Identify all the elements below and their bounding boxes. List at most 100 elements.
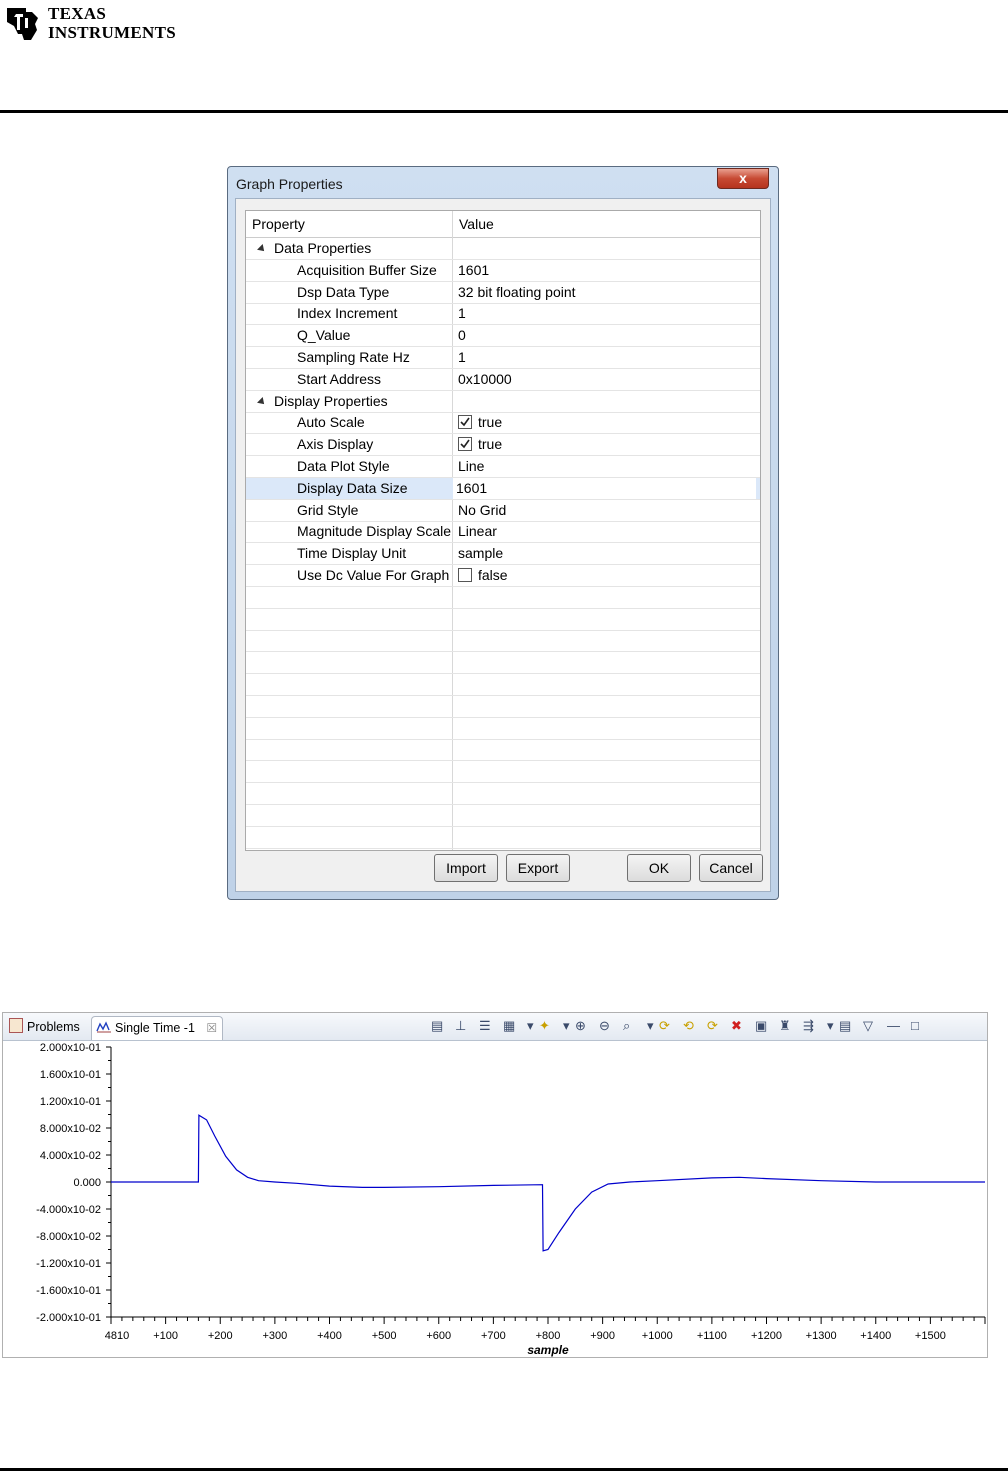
property-row[interactable]: Use Dc Value For Graph false xyxy=(246,565,760,587)
find-icon[interactable]: ♜ xyxy=(779,1019,791,1033)
align-icon[interactable]: ▤ xyxy=(431,1019,443,1033)
footer-rule xyxy=(0,1468,1008,1471)
empty-row xyxy=(246,739,760,762)
property-row[interactable]: Dsp Data Type 32 bit floating point xyxy=(246,282,760,304)
property-value: 1601 xyxy=(458,260,489,281)
y-tick-label: -8.000x10-02 xyxy=(36,1231,101,1243)
group-label: Display Properties xyxy=(274,392,388,409)
checkbox[interactable] xyxy=(458,437,472,452)
tab-single-time[interactable]: Single Time -1 ☒ xyxy=(91,1016,223,1040)
group-row-display-properties[interactable]: Display Properties xyxy=(246,391,760,413)
property-row[interactable]: Q_Value 0 xyxy=(246,325,760,348)
group-label: Data Properties xyxy=(274,240,372,256)
property-row[interactable]: Data Plot Style Line xyxy=(246,456,760,478)
y-tick-label: -2.000x10-01 xyxy=(36,1312,101,1324)
problems-icon xyxy=(9,1018,23,1033)
checkbox[interactable] xyxy=(458,415,472,430)
x-tick-label: +1100 xyxy=(697,1330,727,1342)
close-icon: x xyxy=(739,170,747,186)
export-icon[interactable]: ▣ xyxy=(755,1019,767,1033)
x-tick-label: +800 xyxy=(536,1330,561,1342)
dropdown-icon[interactable]: ▾ xyxy=(563,1019,570,1033)
maximize-icon[interactable]: □ xyxy=(911,1019,919,1033)
clear-icon[interactable]: ✖ xyxy=(731,1019,742,1033)
zoom-out-icon[interactable]: ⊖ xyxy=(599,1019,610,1033)
graph-plot[interactable]: 2.000x10-01 1.600x10-01 1.200x10-01 8.000x1… xyxy=(3,1041,987,1357)
logo-line-1: TEXAS xyxy=(48,4,107,23)
y-tick-label: 1.600x10-01 xyxy=(40,1069,101,1081)
x-tick-label: +1200 xyxy=(751,1330,782,1342)
export-button[interactable]: Export xyxy=(506,854,570,882)
x-tick-label: +500 xyxy=(372,1330,397,1342)
dropdown-icon[interactable]: ▾ xyxy=(527,1019,534,1033)
property-value: 0 xyxy=(458,325,466,346)
graph-properties-dialog: Graph Properties x Property Value Data P… xyxy=(227,166,779,900)
property-value[interactable]: true xyxy=(458,434,502,455)
cancel-button[interactable]: Cancel xyxy=(699,854,763,882)
property-value: No Grid xyxy=(458,500,506,521)
property-row[interactable]: Time Display Unit sample xyxy=(246,543,760,566)
property-row[interactable]: Display Data Size 1601 xyxy=(246,477,760,500)
tab-problems[interactable]: Problems xyxy=(9,1016,80,1040)
sync-icon[interactable]: ⟳ xyxy=(707,1019,718,1033)
collapse-triangle-icon[interactable] xyxy=(257,244,267,254)
refresh-icon[interactable]: ⟳ xyxy=(659,1019,670,1033)
x-tick-label: +1400 xyxy=(860,1330,891,1342)
property-value[interactable]: true xyxy=(458,412,502,433)
import-button[interactable]: Import xyxy=(434,854,498,882)
legend-icon[interactable]: ☰ xyxy=(479,1019,491,1033)
data-icon[interactable]: ▦ xyxy=(503,1019,515,1033)
empty-row xyxy=(246,718,760,740)
empty-row xyxy=(246,630,760,653)
zoom-fit-icon[interactable]: ⌕ xyxy=(623,1019,630,1033)
property-value: Linear xyxy=(458,521,497,542)
collapse-triangle-icon[interactable] xyxy=(257,396,267,407)
empty-row xyxy=(246,827,760,849)
checkbox[interactable] xyxy=(458,568,472,582)
column-header-property[interactable]: Property xyxy=(246,211,305,237)
properties-icon[interactable]: ▤ xyxy=(839,1019,851,1033)
property-row[interactable]: Index Increment 1 xyxy=(246,303,760,326)
property-value-text: 32 bit floating point xyxy=(458,283,576,300)
property-name: Use Dc Value For Graph xyxy=(297,567,450,583)
property-value[interactable]: false xyxy=(458,565,508,586)
ok-button[interactable]: OK xyxy=(627,854,691,882)
empty-row xyxy=(246,761,760,784)
dropdown-icon[interactable]: ▾ xyxy=(827,1019,834,1033)
property-row[interactable]: Magnitude Display Scale Linear xyxy=(246,521,760,544)
property-value-text: true xyxy=(478,414,503,431)
column-header-value[interactable]: Value xyxy=(453,211,494,237)
dropdown-icon[interactable]: ▾ xyxy=(647,1019,654,1033)
x-tick-label: +300 xyxy=(262,1330,287,1342)
group-row-data-properties[interactable]: Data Properties xyxy=(246,238,760,260)
minimize-icon[interactable]: — xyxy=(887,1019,900,1033)
property-row[interactable]: Sampling Rate Hz 1 xyxy=(246,347,760,369)
x-tick-label: +1000 xyxy=(642,1330,673,1342)
property-name: Dsp Data Type xyxy=(297,283,390,300)
logo-line-2: INSTRUMENTS xyxy=(48,23,176,42)
property-value-editor[interactable]: 1601 xyxy=(453,477,756,499)
property-row[interactable]: Axis Display true xyxy=(246,434,760,457)
property-value-text: sample xyxy=(458,545,504,562)
cursor-icon[interactable]: ⊥ xyxy=(455,1019,466,1033)
property-value: 32 bit floating point xyxy=(458,282,576,303)
property-row[interactable]: Start Address 0x10000 xyxy=(246,369,760,391)
continuous-refresh-icon[interactable]: ⟲ xyxy=(683,1019,694,1033)
property-value-text: 1 xyxy=(458,305,466,322)
y-tick-label: 1.200x10-01 xyxy=(40,1096,101,1108)
close-button[interactable]: x xyxy=(717,168,769,189)
series-line-0[interactable] xyxy=(111,1114,985,1252)
property-name: Data Plot Style xyxy=(297,458,390,474)
tab-close-icon[interactable]: ☒ xyxy=(206,1021,217,1035)
zoom-in-icon[interactable]: ⊕ xyxy=(575,1019,586,1033)
property-value-text: Linear xyxy=(458,523,497,540)
property-name: Display Data Size xyxy=(297,479,408,496)
property-row[interactable]: Grid Style No Grid xyxy=(246,500,760,522)
marker-icon[interactable]: ✦ xyxy=(539,1019,550,1033)
view-menu-icon[interactable]: ▽ xyxy=(863,1019,873,1033)
property-row[interactable]: Acquisition Buffer Size 1601 xyxy=(246,260,760,282)
property-value: Line xyxy=(458,456,484,477)
pin-icon[interactable]: ⇶ xyxy=(803,1019,814,1033)
property-value-text: false xyxy=(478,567,508,583)
property-row[interactable]: Auto Scale true xyxy=(246,412,760,435)
